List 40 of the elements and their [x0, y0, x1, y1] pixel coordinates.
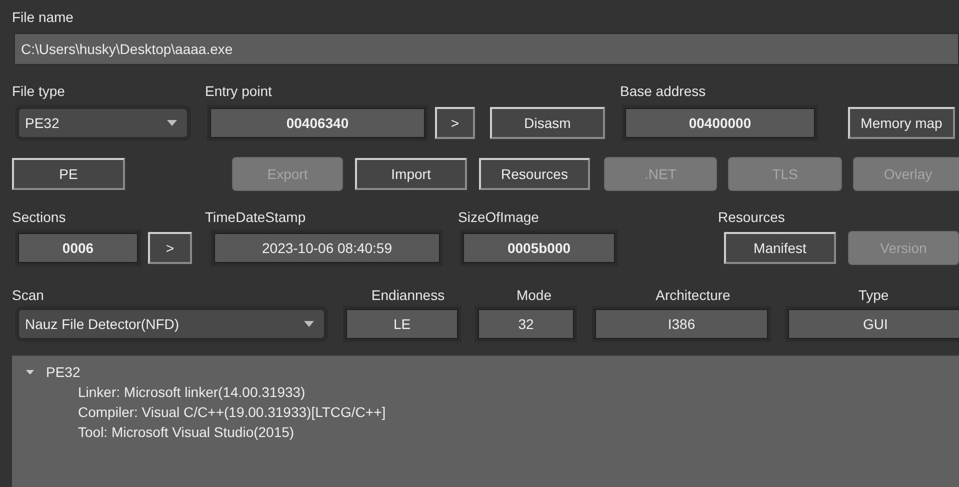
value-field: 0006 [18, 233, 138, 263]
scan-dropdown[interactable]: Nauz File Detector(NFD) [18, 309, 325, 339]
field-label: SizeOfImage [458, 209, 540, 225]
caret-icon[interactable] [304, 321, 314, 327]
field-label: File type [12, 83, 66, 99]
field-label: Sections [12, 209, 67, 225]
caret-icon[interactable] [167, 120, 177, 126]
button[interactable]: Memory map [848, 107, 955, 139]
button[interactable]: Resources [479, 158, 590, 190]
tree-item[interactable]: Linker: Microsoft linker(14.00.31933) [78, 384, 306, 400]
button[interactable]: Disasm [490, 107, 605, 139]
file-type-dropdown[interactable]: PE32 [18, 108, 188, 138]
field-label: File name [12, 9, 74, 25]
button[interactable]: Manifest [724, 232, 836, 264]
caret-icon[interactable] [26, 370, 34, 374]
tree-item[interactable]: Compiler: Visual C/C++(19.00.31933)[LTCG/C++] [78, 404, 386, 420]
field-label: Entry point [205, 83, 273, 99]
field-label: Architecture [654, 287, 732, 303]
value-field: LE [346, 309, 458, 339]
field-label: Endianness [370, 287, 446, 303]
value-field: 0005b000 [463, 233, 615, 263]
tree-item[interactable]: PE32 [46, 364, 80, 380]
value-field: 00406340 [210, 108, 425, 138]
value-field: 00400000 [625, 108, 815, 138]
value-field: GUI [788, 309, 959, 339]
field-label: Resources [718, 209, 785, 225]
button[interactable]: PE [12, 158, 125, 190]
field-label: Base address [620, 83, 706, 99]
field-label: TimeDateStamp [205, 209, 307, 225]
button[interactable]: Import [355, 158, 467, 190]
tree-item[interactable]: Tool: Microsoft Visual Studio(2015) [78, 424, 294, 440]
field-label: Type [857, 287, 890, 303]
value-field: 2023-10-06 08:40:59 [214, 233, 440, 263]
value-field: 32 [478, 309, 574, 339]
button[interactable]: > [435, 107, 475, 139]
field-label: Scan [12, 287, 45, 303]
field-label: Mode [515, 287, 553, 303]
value-field: I386 [595, 309, 768, 339]
button[interactable]: > [148, 232, 192, 264]
file-path-field[interactable]: C:\Users\husky\Desktop\aaaa.exe [14, 33, 959, 65]
